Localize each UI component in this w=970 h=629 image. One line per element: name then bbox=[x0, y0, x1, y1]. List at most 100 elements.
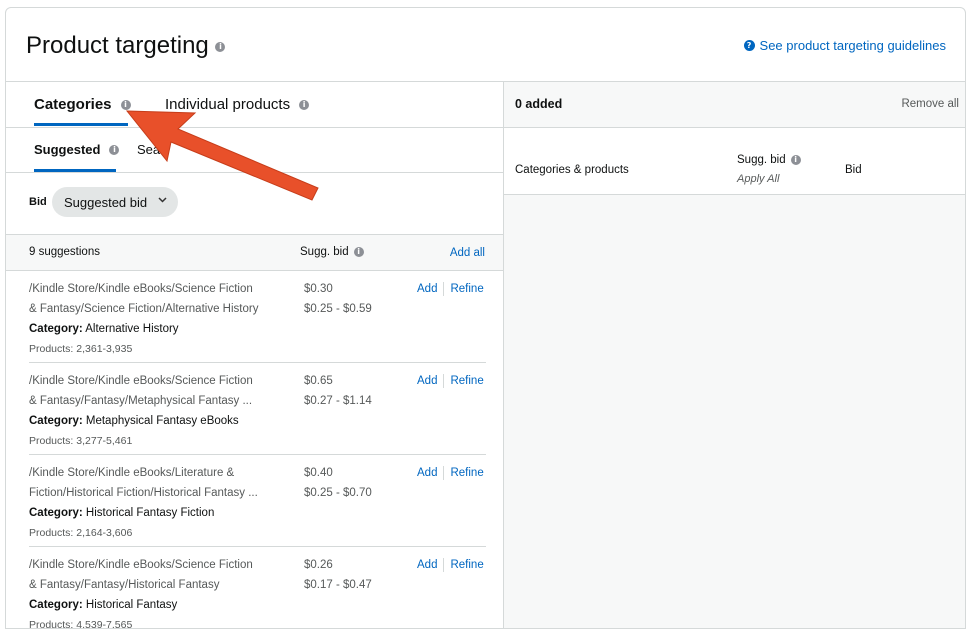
add-all-link[interactable]: Add all bbox=[450, 247, 485, 259]
category-prefix: Category: bbox=[29, 599, 83, 611]
sugg-bid-column-header: Sugg. bid i bbox=[300, 246, 364, 258]
bid-value: $0.30 bbox=[304, 283, 333, 295]
row-actions: Add Refine bbox=[417, 281, 484, 297]
sugg-bid-label: Sugg. bid bbox=[300, 246, 349, 258]
divider bbox=[443, 466, 445, 480]
list-item: /Kindle Store/Kindle eBooks/Science Fict… bbox=[29, 547, 486, 629]
divider bbox=[443, 558, 445, 572]
category-prefix: Category: bbox=[29, 415, 83, 427]
category-path: /Kindle Store/Kindle eBooks/Science Fict… bbox=[29, 279, 287, 319]
info-icon[interactable]: i bbox=[353, 247, 364, 257]
category-prefix: Category: bbox=[29, 507, 83, 519]
category-value: Historical Fantasy Fiction bbox=[85, 507, 215, 519]
tab-categories[interactable]: Categories i bbox=[34, 96, 131, 113]
refine-button[interactable]: Refine bbox=[450, 557, 483, 573]
targeting-options: Categories i Individual products i Sugge… bbox=[6, 82, 504, 629]
category-path: /Kindle Store/Kindle eBooks/Science Fict… bbox=[29, 371, 287, 411]
added-targets-panel: 0 added Remove all Categories & products… bbox=[504, 82, 965, 628]
path-line: & Fantasy/Science Fiction/Alternative Hi… bbox=[29, 303, 259, 315]
chevron-down-icon bbox=[158, 195, 167, 206]
bid-value: $0.40 bbox=[304, 467, 333, 479]
refine-button[interactable]: Refine bbox=[450, 373, 483, 389]
subtab-label: Suggested bbox=[34, 142, 101, 157]
products-count: Products: 4,539-7,565 bbox=[29, 619, 133, 629]
product-targeting-panel: Product targeting i ? See product target… bbox=[5, 7, 966, 629]
list-item: /Kindle Store/Kindle eBooks/Science Fict… bbox=[29, 271, 486, 363]
divider bbox=[443, 282, 445, 296]
path-line: /Kindle Store/Kindle eBooks/Science Fict… bbox=[29, 375, 253, 387]
bid-range: $0.27 - $1.14 bbox=[304, 395, 372, 407]
divider bbox=[443, 374, 445, 388]
active-tab-indicator bbox=[34, 123, 128, 126]
bid-range: $0.25 - $0.59 bbox=[304, 303, 372, 315]
products-count: Products: 3,277-5,461 bbox=[29, 435, 133, 447]
remove-all-button[interactable]: Remove all bbox=[901, 98, 959, 110]
suggested-bid: $0.40 $0.25 - $0.70 bbox=[304, 463, 372, 503]
added-count: 0 added bbox=[515, 97, 563, 111]
apply-all-link[interactable]: Apply All bbox=[737, 173, 779, 185]
path-line: & Fantasy/Fantasy/Historical Fantasy bbox=[29, 579, 220, 591]
category-name: Category: Metaphysical Fantasy eBooks bbox=[29, 411, 239, 431]
suggestions-header: 9 suggestions Sugg. bid i Add all bbox=[6, 235, 503, 271]
category-value: Alternative History bbox=[85, 323, 179, 335]
list-item: /Kindle Store/Kindle eBooks/Literature &… bbox=[29, 455, 486, 547]
bid-range: $0.17 - $0.47 bbox=[304, 579, 372, 591]
bid-label: Bid bbox=[29, 196, 47, 208]
sugg-bid-label: Sugg. bid bbox=[737, 154, 786, 166]
added-columns-header: Categories & products Sugg. bid i Apply … bbox=[504, 128, 965, 195]
category-name: Category: Alternative History bbox=[29, 319, 179, 339]
subtab-suggested[interactable]: Suggested i bbox=[34, 142, 120, 157]
tab-label: Individual products bbox=[165, 96, 291, 113]
suggested-bid: $0.30 $0.25 - $0.59 bbox=[304, 279, 372, 319]
category-path: /Kindle Store/Kindle eBooks/Literature &… bbox=[29, 463, 287, 503]
info-icon[interactable]: i bbox=[790, 155, 801, 165]
suggested-bid: $0.26 $0.17 - $0.47 bbox=[304, 555, 372, 595]
guidelines-link-label: See product targeting guidelines bbox=[759, 38, 946, 53]
bid-row: Bid Suggested bid bbox=[6, 173, 503, 235]
page-title: Product targeting i bbox=[26, 32, 226, 60]
info-icon[interactable]: i bbox=[120, 99, 131, 110]
row-actions: Add Refine bbox=[417, 557, 484, 573]
add-button[interactable]: Add bbox=[417, 465, 437, 481]
info-icon[interactable]: i bbox=[215, 41, 226, 52]
main-tabs: Categories i Individual products i bbox=[6, 82, 503, 128]
bid-value: $0.26 bbox=[304, 559, 333, 571]
category-name: Category: Historical Fantasy Fiction bbox=[29, 503, 214, 523]
category-value: Metaphysical Fantasy eBooks bbox=[85, 415, 239, 427]
info-icon[interactable]: i bbox=[109, 144, 120, 155]
category-value: Historical Fantasy bbox=[85, 599, 178, 611]
list-item: /Kindle Store/Kindle eBooks/Science Fict… bbox=[29, 363, 486, 455]
refine-button[interactable]: Refine bbox=[450, 465, 483, 481]
path-line: & Fantasy/Fantasy/Metaphysical Fantasy .… bbox=[29, 395, 253, 407]
info-icon[interactable]: i bbox=[299, 99, 310, 110]
help-icon: ? bbox=[743, 40, 755, 51]
path-line: Fiction/Historical Fiction/Historical Fa… bbox=[29, 487, 258, 499]
refine-button[interactable]: Refine bbox=[450, 281, 483, 297]
subtab-label: Sea bbox=[137, 142, 161, 157]
suggestions-count: 9 suggestions bbox=[29, 246, 100, 258]
add-button[interactable]: Add bbox=[417, 281, 437, 297]
bid-value: $0.65 bbox=[304, 375, 333, 387]
guidelines-link[interactable]: ? See product targeting guidelines bbox=[743, 38, 946, 53]
path-line: /Kindle Store/Kindle eBooks/Science Fict… bbox=[29, 559, 253, 571]
add-button[interactable]: Add bbox=[417, 373, 437, 389]
added-header: 0 added Remove all bbox=[504, 82, 965, 128]
sub-tabs: Suggested i Sea bbox=[6, 128, 503, 173]
suggested-bid: $0.65 $0.27 - $1.14 bbox=[304, 371, 372, 411]
tab-individual-products[interactable]: Individual products i bbox=[165, 96, 310, 113]
subtab-search[interactable]: Sea bbox=[137, 142, 160, 157]
column-header-sugg-bid: Sugg. bid i bbox=[737, 154, 801, 166]
panel-header: Product targeting i ? See product target… bbox=[6, 8, 965, 82]
page-title-text: Product targeting bbox=[26, 32, 209, 59]
add-button[interactable]: Add bbox=[417, 557, 437, 573]
bid-type-value: Suggested bid bbox=[64, 194, 148, 210]
column-header-categories: Categories & products bbox=[515, 164, 629, 176]
path-line: /Kindle Store/Kindle eBooks/Literature & bbox=[29, 467, 235, 479]
bid-type-dropdown[interactable]: Suggested bid bbox=[52, 187, 178, 217]
products-count: Products: 2,164-3,606 bbox=[29, 527, 133, 539]
column-header-bid: Bid bbox=[845, 164, 862, 176]
bid-range: $0.25 - $0.70 bbox=[304, 487, 372, 499]
category-path: /Kindle Store/Kindle eBooks/Science Fict… bbox=[29, 555, 287, 595]
active-subtab-indicator bbox=[34, 169, 116, 172]
category-prefix: Category: bbox=[29, 323, 83, 335]
